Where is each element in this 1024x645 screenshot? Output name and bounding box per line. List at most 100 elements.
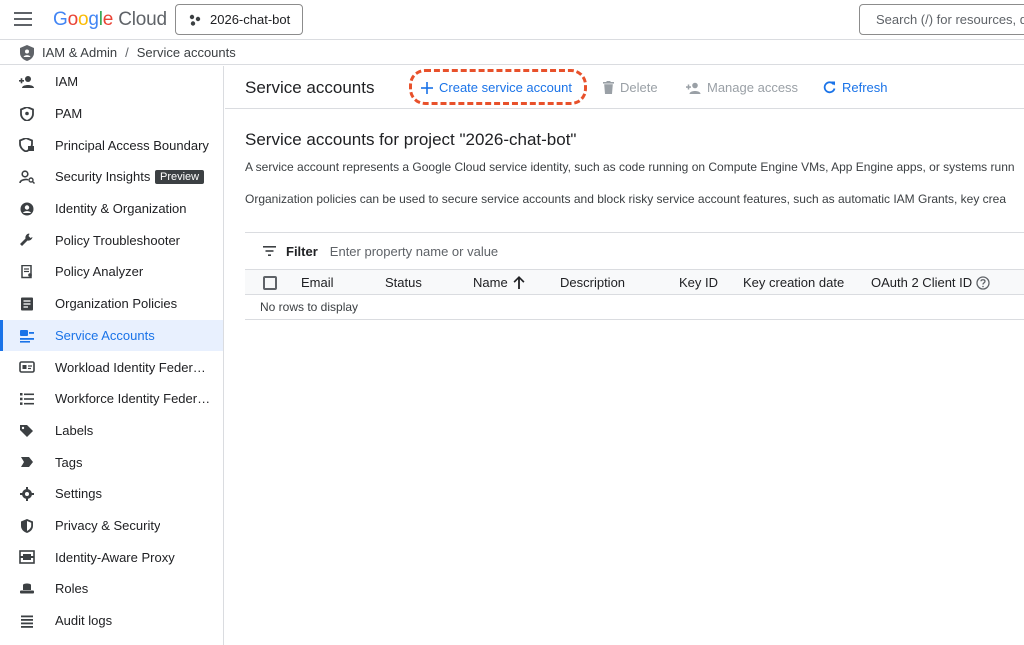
column-description[interactable]: Description <box>560 275 625 290</box>
create-service-account-button[interactable]: Create service account <box>421 80 572 95</box>
sidebar-item-policy-troubleshooter[interactable]: Policy Troubleshooter <box>0 224 223 256</box>
service-accounts-table: Filter Enter property name or value Emai… <box>245 232 1024 320</box>
select-all-checkbox[interactable] <box>263 276 277 290</box>
org-policy-text: Organization policies can be used to sec… <box>245 192 1007 206</box>
main-content: Service accounts Create service account … <box>225 66 1024 645</box>
sidebar-item-principal-access-boundary[interactable]: Principal Access Boundary <box>0 129 223 161</box>
document-search-icon <box>21 265 32 279</box>
sidebar-item-workforce-identity-federation[interactable]: Workforce Identity Federation <box>0 383 223 415</box>
top-bar: Google Cloud 2026-chat-bot Search (/) fo… <box>0 0 1024 40</box>
sidebar-item-label: Workload Identity Federation <box>55 359 211 375</box>
breadcrumb-page: Service accounts <box>136 45 236 60</box>
breadcrumb: IAM & Admin / Service accounts <box>0 41 1024 65</box>
sidebar-item-service-accounts[interactable]: Service Accounts <box>0 319 223 352</box>
list-icon <box>20 392 34 405</box>
refresh-icon <box>823 81 836 94</box>
sidebar-item-label: Identity & Organization <box>55 201 187 217</box>
sidebar-item-iam[interactable]: IAM <box>0 66 223 98</box>
project-picker[interactable]: 2026-chat-bot <box>175 4 303 35</box>
shield-lock-icon <box>19 138 34 153</box>
roles-hat-icon <box>20 583 34 594</box>
empty-table-message: No rows to display <box>245 295 1024 320</box>
sidebar-item-organization-policies[interactable]: Organization Policies <box>0 288 223 320</box>
sidebar-item-pam[interactable]: PAM <box>0 98 223 130</box>
shield-icon <box>20 106 34 121</box>
person-add-icon <box>686 82 701 94</box>
account-circle-icon <box>20 202 34 216</box>
label-icon <box>20 424 33 437</box>
column-key-id[interactable]: Key ID <box>679 275 718 290</box>
page-title: Service accounts <box>245 78 375 97</box>
plus-icon <box>421 81 433 94</box>
sort-ascending-icon <box>513 276 525 289</box>
privacy-shield-icon <box>21 518 33 533</box>
column-email[interactable]: Email <box>301 275 334 290</box>
project-name: 2026-chat-bot <box>210 12 291 27</box>
sidebar-item-label: Service Accounts <box>55 327 155 343</box>
audit-list-icon <box>21 615 33 628</box>
proxy-icon <box>19 550 35 565</box>
sidebar-item-policy-analyzer[interactable]: Policy Analyzer <box>0 256 223 288</box>
tag-icon <box>21 457 33 468</box>
filter-input[interactable]: Enter property name or value <box>330 244 498 259</box>
table-header: Email Status Name Description Key ID Key… <box>245 269 1024 295</box>
sidebar-item-label: Policy Troubleshooter <box>55 232 181 248</box>
sidebar-item-label: Roles <box>55 581 89 597</box>
delete-button[interactable]: Delete <box>603 80 658 95</box>
search-placeholder: Search (/) for resources, do <box>876 12 1024 27</box>
wrench-icon <box>20 233 33 247</box>
sidebar-item-security-insights[interactable]: Security Insights Preview <box>0 161 223 193</box>
manage-access-button[interactable]: Manage access <box>686 80 798 95</box>
preview-badge: Preview <box>155 170 205 185</box>
sidebar-item-audit-logs[interactable]: Audit logs <box>0 605 223 637</box>
refresh-button-label: Refresh <box>842 80 888 95</box>
project-hub-icon <box>189 14 201 26</box>
breadcrumb-separator: / <box>125 45 129 60</box>
sidebar-item-label: Audit logs <box>55 613 113 629</box>
sidebar-item-label: Policy Analyzer <box>55 264 144 280</box>
id-card-icon <box>19 361 35 373</box>
sidebar-item-label: Security Insights <box>55 169 151 185</box>
sidebar-item-label: Labels <box>55 422 94 438</box>
create-button-label: Create service account <box>439 80 572 95</box>
sidebar-item-roles[interactable]: Roles <box>0 573 223 605</box>
delete-button-label: Delete <box>620 80 658 95</box>
sidebar-item-label: Identity-Aware Proxy <box>55 549 175 565</box>
sidebar-item-label: Settings <box>55 486 102 502</box>
breadcrumb-section[interactable]: IAM & Admin <box>42 45 117 60</box>
manage-access-label: Manage access <box>707 80 799 95</box>
search-input[interactable]: Search (/) for resources, do <box>859 4 1024 35</box>
sidebar-item-tags[interactable]: Tags <box>0 446 223 478</box>
filter-icon <box>263 246 276 256</box>
main-menu-icon[interactable] <box>14 12 32 26</box>
google-cloud-logo[interactable]: Google Cloud <box>53 9 167 31</box>
sidebar-item-identity-aware-proxy[interactable]: Identity-Aware Proxy <box>0 541 223 573</box>
service-account-icon <box>20 329 34 343</box>
column-oauth-client-id[interactable]: OAuth 2 Client ID <box>871 275 990 290</box>
sidebar-item-label: Workforce Identity Federation <box>55 391 211 407</box>
sidebar-nav: IAM PAM Principal Access Boundary Securi… <box>0 66 224 645</box>
sidebar-item-labels[interactable]: Labels <box>0 415 223 447</box>
sidebar-item-label: IAM <box>55 74 79 90</box>
sidebar-item-workload-identity-federation[interactable]: Workload Identity Federation <box>0 351 223 383</box>
iam-shield-icon <box>20 44 34 61</box>
column-key-creation-date[interactable]: Key creation date <box>743 275 844 290</box>
refresh-button[interactable]: Refresh <box>823 80 888 95</box>
help-icon[interactable] <box>976 275 990 290</box>
sidebar-item-label: Principal Access Boundary <box>55 137 209 153</box>
column-status[interactable]: Status <box>385 275 422 290</box>
column-name[interactable]: Name <box>473 275 526 290</box>
sidebar-item-label: PAM <box>55 106 83 122</box>
description-text: A service account represents a Google Cl… <box>245 160 1015 174</box>
sidebar-item-identity-organization[interactable]: Identity & Organization <box>0 193 223 225</box>
person-search-icon <box>19 170 35 185</box>
list-box-icon <box>21 297 33 311</box>
sidebar-item-privacy-security[interactable]: Privacy & Security <box>0 510 223 542</box>
filter-label: Filter <box>286 243 318 259</box>
person-add-icon <box>19 76 34 88</box>
sidebar-item-settings[interactable]: Settings <box>0 478 223 510</box>
filter-bar[interactable]: Filter Enter property name or value <box>245 232 1024 269</box>
sidebar-item-label: Privacy & Security <box>55 517 161 533</box>
trash-icon <box>603 81 614 94</box>
action-toolbar: Service accounts Create service account … <box>225 66 1024 109</box>
